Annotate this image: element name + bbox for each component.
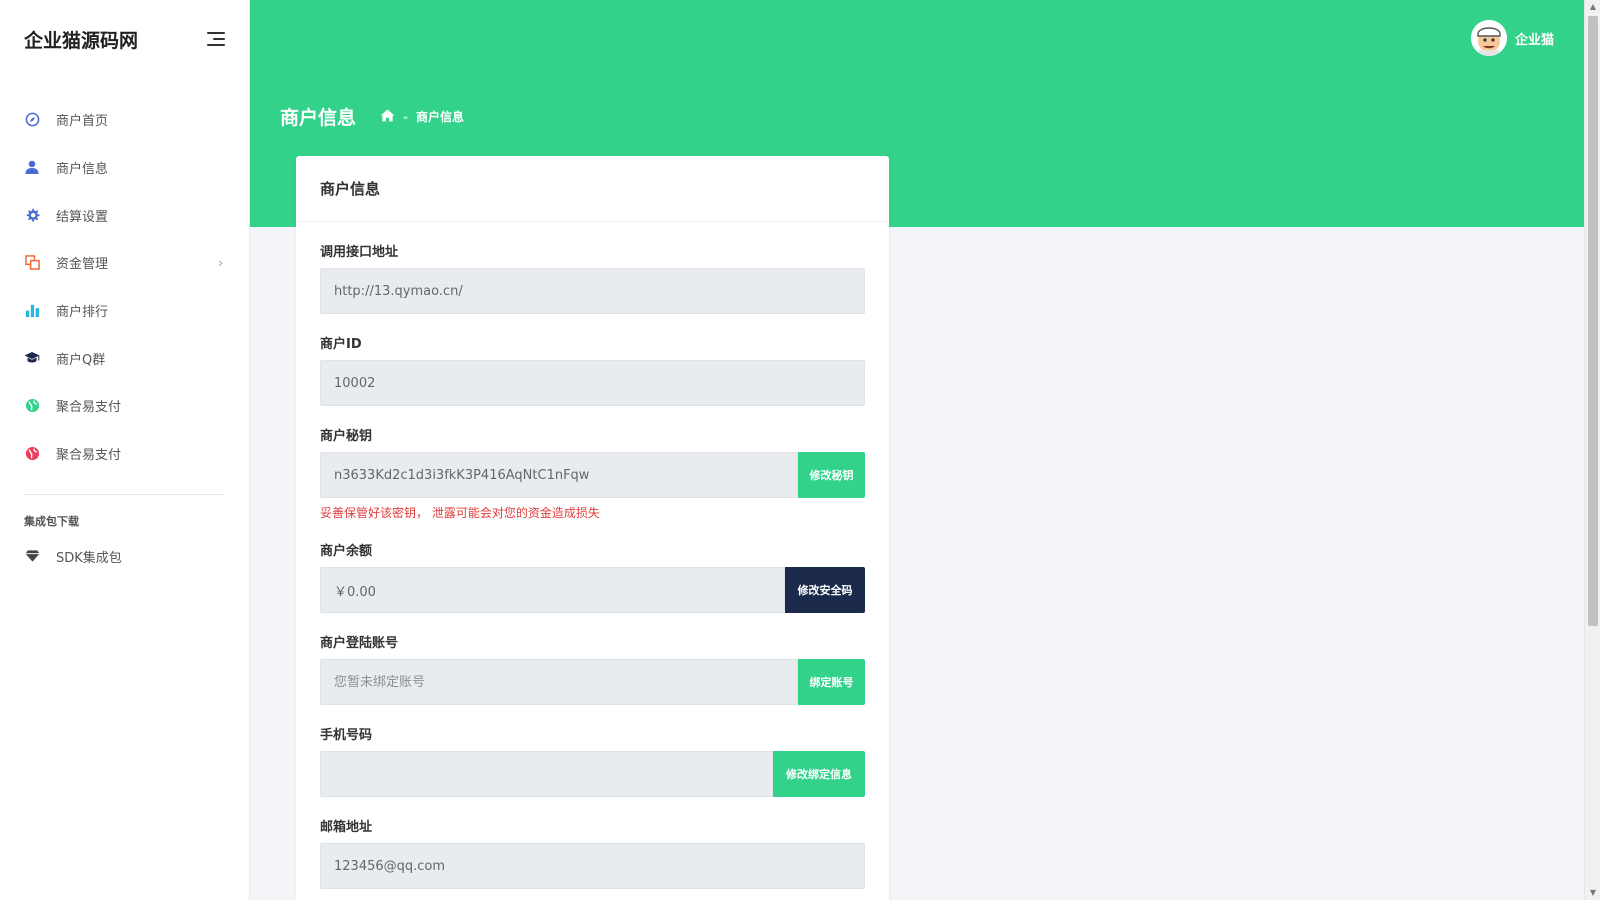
brand-name: 企业猫源码网 (24, 29, 139, 52)
user-menu[interactable]: 企业猫 (1470, 20, 1554, 56)
diamond-icon (24, 548, 40, 564)
field-label: 商户余额 (320, 543, 373, 559)
sidebar-item-label: 商户排行 (56, 305, 109, 321)
scrollbar-thumb[interactable] (1588, 16, 1598, 626)
bind-account-button[interactable]: 绑定账号 (798, 659, 865, 705)
field-label: 邮箱地址 (320, 819, 373, 835)
change-security-code-button[interactable]: 修改安全码 (785, 567, 865, 613)
user-name: 企业猫 (1514, 32, 1554, 48)
scroll-up-icon[interactable]: ▲ (1585, 0, 1600, 14)
sidebar-item-funds[interactable]: 资金管理 › (0, 239, 249, 287)
sidebar-item-label: 聚合易支付 (56, 448, 122, 464)
menu-toggle-icon[interactable] (205, 32, 225, 46)
sidebar-item-home[interactable]: 商户首页 (0, 96, 249, 144)
sidebar-item-payment-2[interactable]: 聚合易支付 (0, 430, 249, 478)
field-merchant-id: 商户ID (320, 332, 865, 406)
sidebar-nav: 商户首页 商户信息 结算设置 资金管理 › 商户排行 商户Q群 聚合易支付 聚合… (0, 96, 249, 580)
secret-input[interactable] (320, 452, 798, 498)
sidebar-item-merchant-info[interactable]: 商户信息 (0, 144, 249, 192)
secret-warning: 妥善保管好该密钥， 泄露可能会对您的资金造成损失 (320, 506, 600, 520)
sidebar-item-label: 商户信息 (56, 162, 109, 178)
card-body: 调用接口地址 商户ID 商户秘钥 修改秘钥 妥善保管好该密钥， 泄露可能会对您的… (296, 222, 889, 889)
change-secret-button[interactable]: 修改秘钥 (798, 452, 865, 498)
field-secret: 商户秘钥 修改秘钥 妥善保管好该密钥， 泄露可能会对您的资金造成损失 (320, 424, 865, 521)
card-title: 商户信息 (296, 156, 889, 222)
breadcrumb: - 商户信息 (380, 108, 464, 125)
breadcrumb-separator: - (403, 109, 408, 124)
field-login-account: 商户登陆账号 绑定账号 (320, 631, 865, 705)
home-icon[interactable] (380, 108, 395, 125)
gear-icon (24, 207, 40, 223)
sidebar-item-payment-1[interactable]: 聚合易支付 (0, 382, 249, 430)
phone-input[interactable] (320, 751, 773, 797)
field-label: 商户登陆账号 (320, 635, 399, 651)
sidebar-item-label: SDK集成包 (56, 550, 122, 566)
email-input[interactable] (320, 843, 865, 889)
sidebar-item-label: 聚合易支付 (56, 400, 122, 416)
brand-bar: 企业猫源码网 (0, 0, 249, 78)
sidebar: 企业猫源码网 商户首页 商户信息 结算设置 资金管理 › 商户排行 商户Q群 聚… (0, 0, 250, 900)
bar-chart-icon (24, 303, 40, 319)
sidebar-item-sdk[interactable]: SDK集成包 (0, 533, 249, 581)
globe-icon (24, 398, 40, 414)
globe-icon (24, 446, 40, 462)
merchant-id-input[interactable] (320, 360, 865, 406)
page-title-row: 商户信息 - 商户信息 (280, 103, 464, 130)
sidebar-item-label: 资金管理 (56, 257, 109, 273)
field-email: 邮箱地址 (320, 815, 865, 889)
avatar (1470, 20, 1507, 56)
field-api-url: 调用接口地址 (320, 240, 865, 314)
page-title: 商户信息 (280, 107, 357, 129)
breadcrumb-current: 商户信息 (416, 110, 465, 124)
field-label: 手机号码 (320, 727, 373, 743)
sidebar-item-settlement[interactable]: 结算设置 (0, 191, 249, 239)
field-label: 商户秘钥 (320, 428, 373, 444)
field-balance: 商户余额 修改安全码 (320, 539, 865, 613)
sidebar-item-ranking[interactable]: 商户排行 (0, 287, 249, 335)
sidebar-item-label: 结算设置 (56, 209, 109, 225)
sidebar-section-heading: 集成包下载 (24, 514, 79, 528)
sidebar-item-label: 商户首页 (56, 114, 109, 130)
scroll-down-icon[interactable]: ▼ (1585, 886, 1600, 900)
field-label: 商户ID (320, 336, 362, 352)
field-phone: 手机号码 修改绑定信息 (320, 723, 865, 797)
sidebar-divider (24, 493, 225, 495)
graduation-cap-icon (24, 350, 40, 366)
login-account-input[interactable] (320, 659, 798, 705)
sidebar-item-label: 商户Q群 (56, 352, 106, 368)
chevron-right-icon: › (218, 255, 223, 270)
field-label: 调用接口地址 (320, 244, 399, 260)
balance-input[interactable] (320, 567, 785, 613)
change-binding-button[interactable]: 修改绑定信息 (773, 751, 865, 797)
compass-icon (24, 112, 40, 128)
api-url-input[interactable] (320, 268, 865, 314)
copy-icon (24, 255, 40, 271)
sidebar-item-qq-group[interactable]: 商户Q群 (0, 334, 249, 382)
user-icon (24, 160, 40, 176)
merchant-info-card: 商户信息 调用接口地址 商户ID 商户秘钥 修改秘钥 妥善保管好该密钥， 泄露可… (296, 156, 889, 900)
page-scrollbar[interactable]: ▲ ▼ (1584, 0, 1600, 900)
